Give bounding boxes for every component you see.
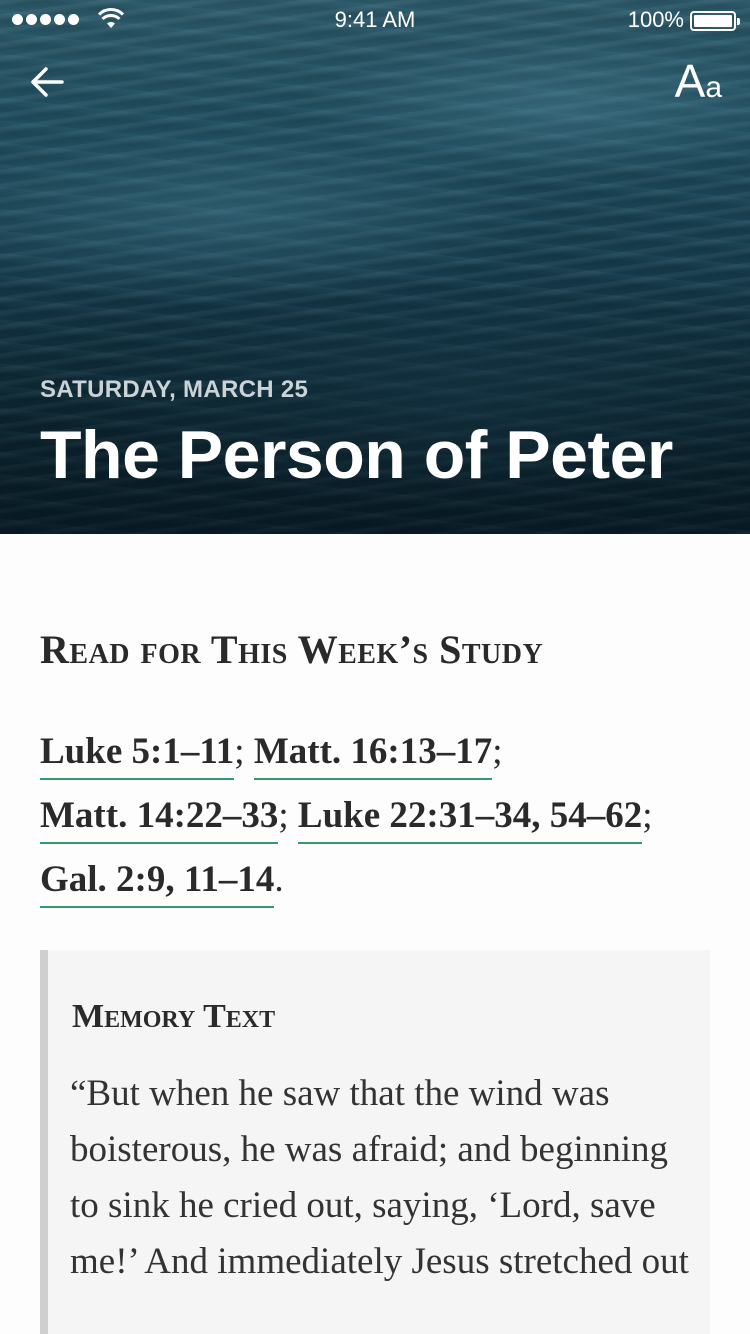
reference-link-matt-14[interactable]: Matt. 14:22–33: [40, 795, 279, 844]
battery-percentage: 100%: [627, 7, 684, 32]
lesson-date: SATURDAY, MARCH 25: [40, 376, 309, 403]
memory-heading: Memory Text: [72, 998, 276, 1035]
reference-link-luke-22[interactable]: Luke 22:31–34, 54–62: [297, 795, 643, 844]
study-heading: Read for This Week’s Study: [40, 627, 544, 672]
reference-separator: ;: [642, 795, 653, 836]
font-size-icon-small: a: [705, 71, 722, 104]
reference-separator: ;: [234, 731, 254, 772]
hero-shade: [0, 274, 750, 534]
reference-link-luke-5[interactable]: Luke 5:1–11: [40, 731, 235, 780]
memory-verse: “But when he saw that the wind was boist…: [70, 1073, 689, 1282]
memory-text-box: Memory Text “But when he saw that the wi…: [40, 950, 710, 1334]
reference-link-gal-2[interactable]: Gal. 2:9, 11–14: [40, 859, 275, 908]
reference-separator: ;: [492, 731, 503, 772]
reference-separator: .: [274, 859, 284, 900]
back-arrow-icon[interactable]: [26, 60, 70, 104]
battery-icon: [690, 11, 740, 31]
scripture-references: Luke 5:1–11; Matt. 16:13–17; Matt. 14:22…: [40, 720, 720, 912]
lesson-title: The Person of Peter: [40, 417, 673, 493]
font-settings-button[interactable]: Aa: [675, 58, 722, 104]
font-size-icon-large: A: [674, 55, 706, 107]
reference-link-matt-16[interactable]: Matt. 16:13–17: [253, 731, 493, 780]
reference-separator: ;: [278, 795, 298, 836]
lesson-content: Read for This Week’s Study Luke 5:1–11; …: [0, 534, 750, 1334]
status-bar: 9:41 AM 100%: [0, 0, 750, 40]
hero-header: 9:41 AM 100% Aa SATURDAY, MARCH 25 The P…: [0, 0, 750, 534]
